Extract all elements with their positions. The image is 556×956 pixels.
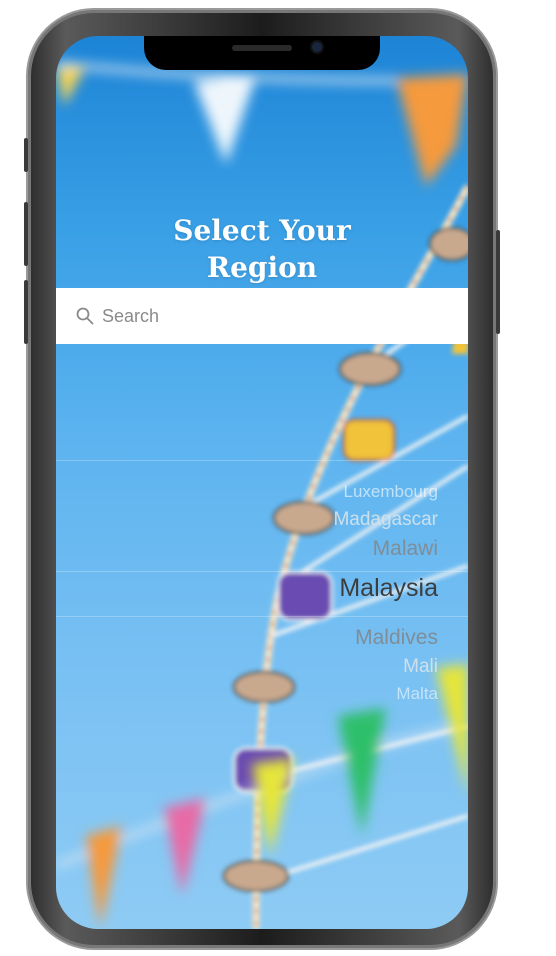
region-option[interactable]: Malawi bbox=[373, 537, 438, 561]
picker-divider-top bbox=[56, 460, 468, 461]
picker-highlight-bottom bbox=[56, 616, 468, 617]
speaker bbox=[232, 45, 292, 51]
search-bar[interactable] bbox=[56, 288, 468, 344]
silent-switch bbox=[24, 138, 28, 172]
title-line-1: Select Your bbox=[173, 214, 351, 247]
search-icon bbox=[76, 307, 94, 325]
search-input[interactable] bbox=[100, 304, 444, 328]
region-option[interactable]: Luxembourg bbox=[343, 482, 438, 502]
region-option-selected[interactable]: Malaysia bbox=[339, 574, 438, 603]
volume-up-button bbox=[24, 202, 28, 266]
region-option[interactable]: Madagascar bbox=[333, 509, 438, 531]
region-option[interactable]: Mali bbox=[403, 656, 438, 678]
picker-highlight-top bbox=[56, 571, 468, 572]
app-screen: Select Your Region Luxembourg Madagascar… bbox=[56, 36, 468, 929]
volume-down-button bbox=[24, 280, 28, 344]
power-button bbox=[496, 230, 500, 334]
front-camera bbox=[312, 42, 322, 52]
notch bbox=[144, 36, 380, 70]
page-title: Select Your Region bbox=[56, 212, 468, 286]
title-line-2: Region bbox=[206, 251, 318, 284]
region-option[interactable]: Maldives bbox=[355, 626, 438, 650]
region-option[interactable]: Malta bbox=[396, 684, 438, 704]
